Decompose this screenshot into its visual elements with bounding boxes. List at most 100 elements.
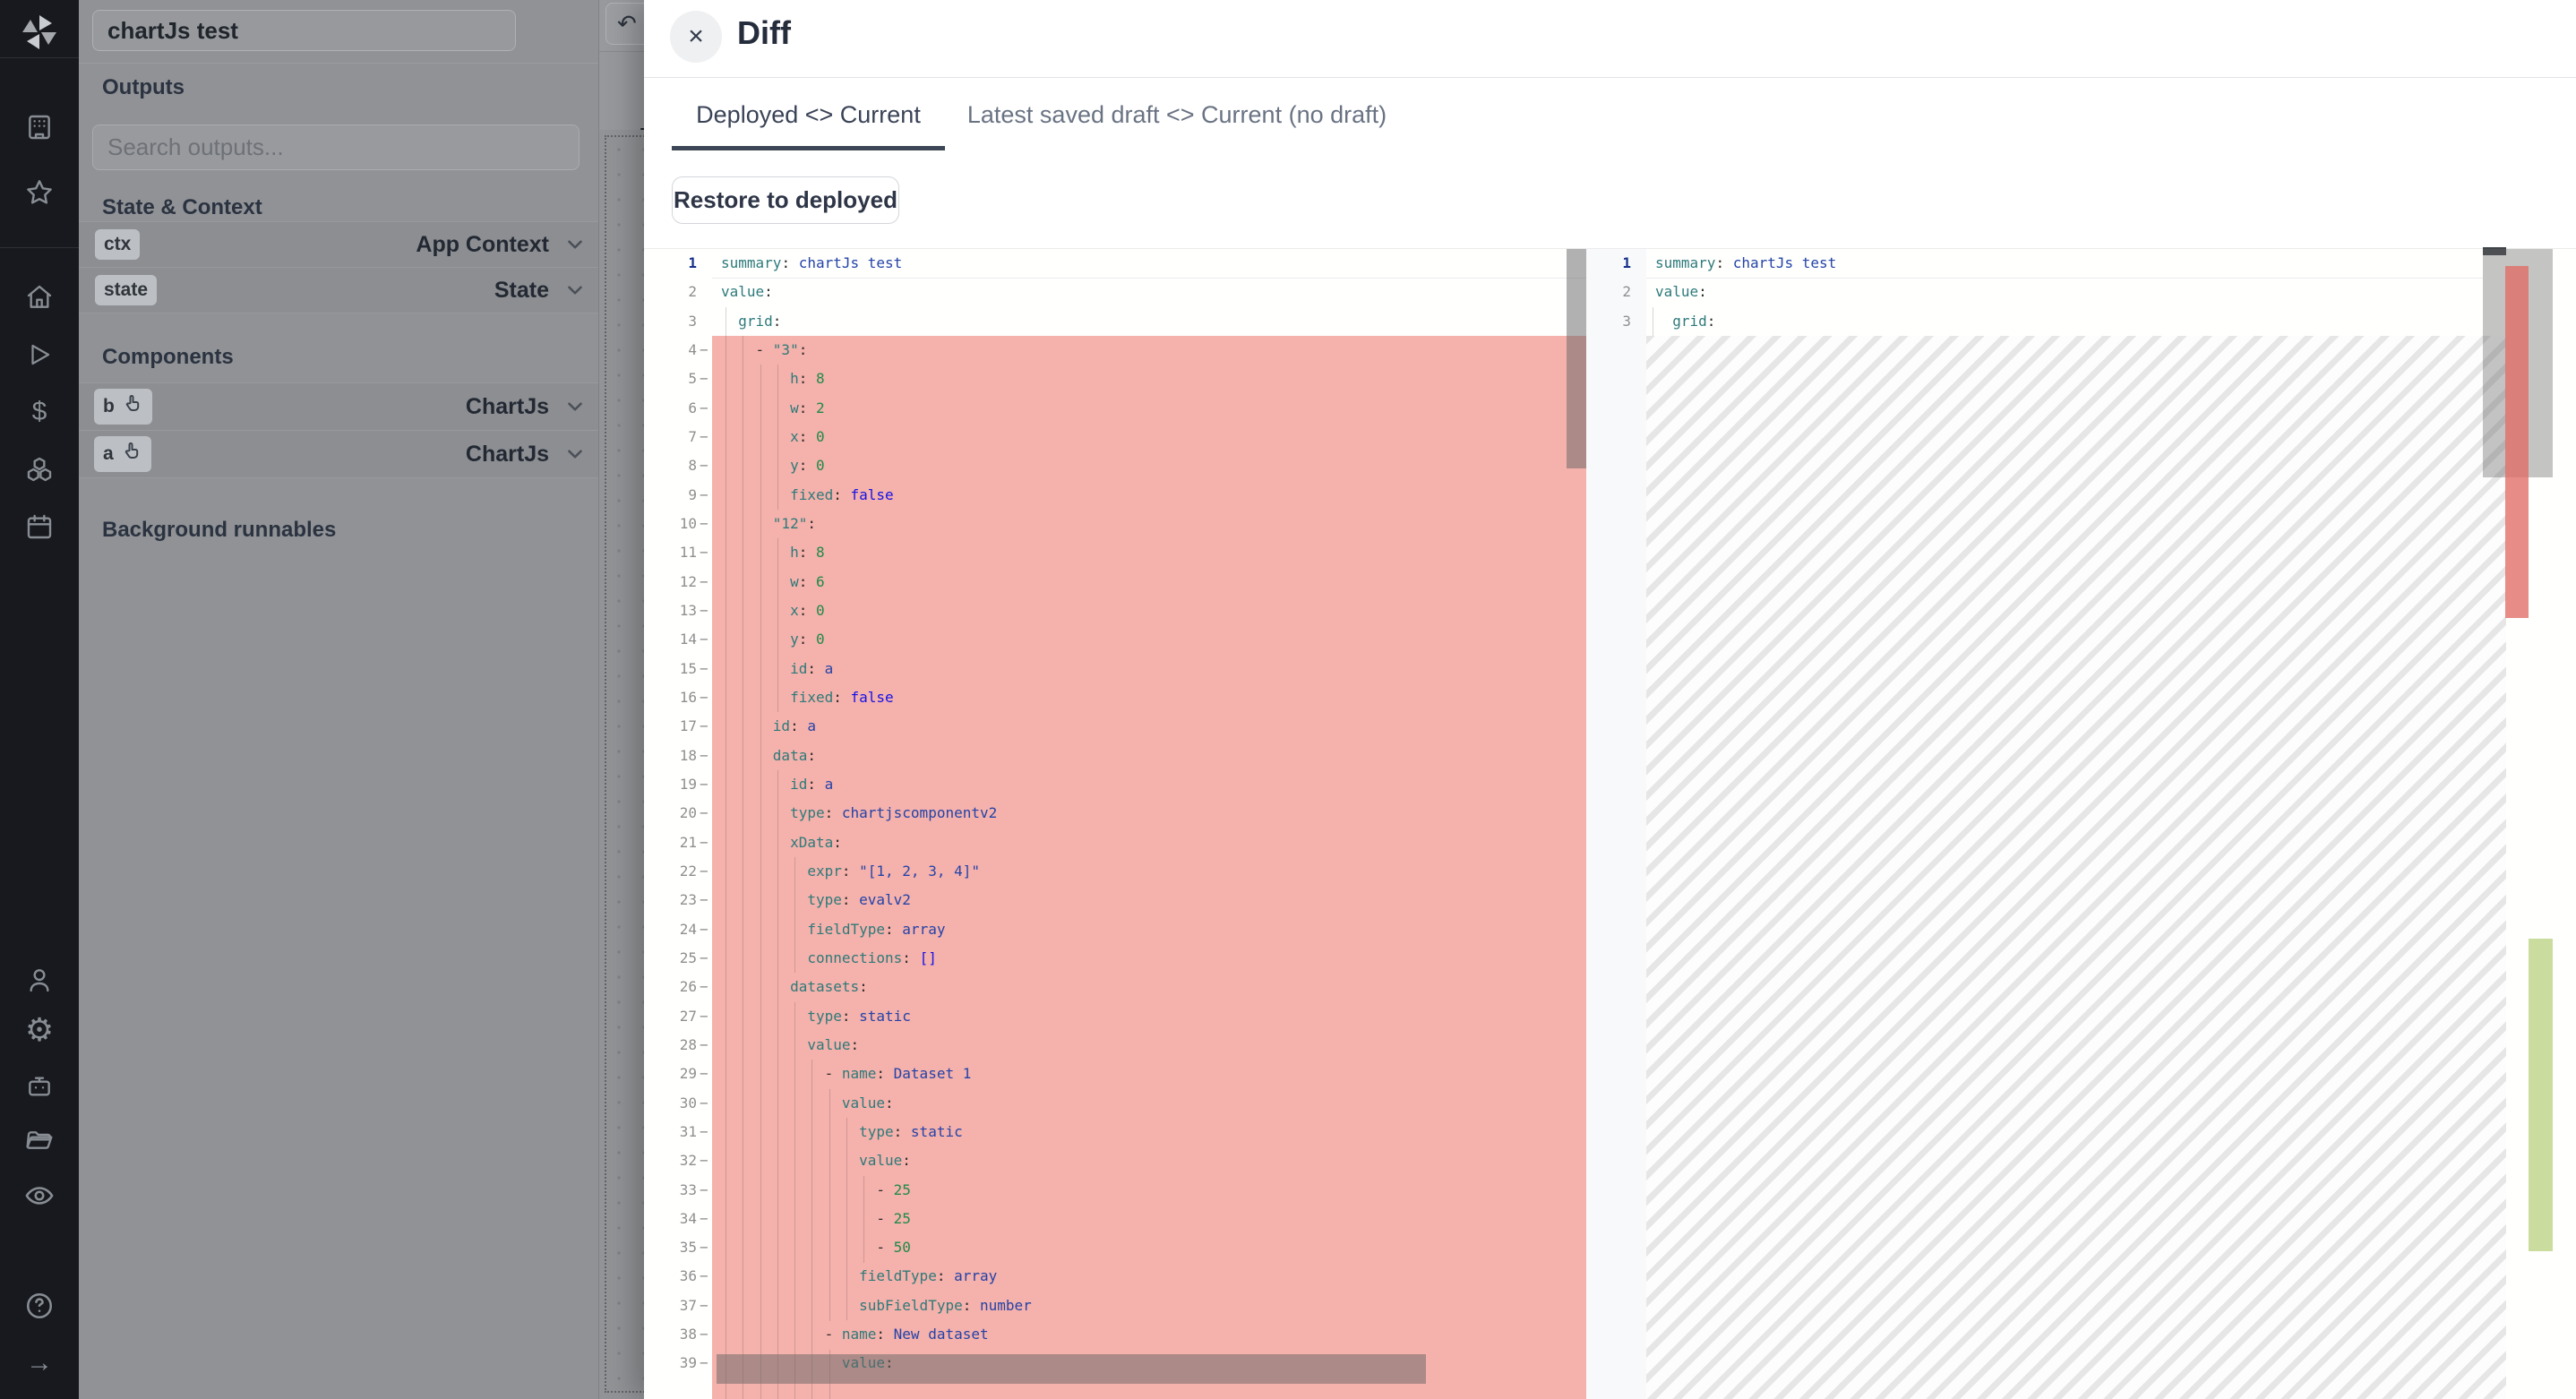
row-type-label: State [494,278,549,304]
search-outputs-input[interactable]: Search outputs... [92,124,580,170]
code-line: fieldType: array [712,1262,1586,1291]
nav-rail: $ ⚙ → [0,0,79,1399]
component-row-a[interactable]: a ChartJs [79,430,598,478]
indent-guide [811,1060,812,1399]
line-number: 37− [644,1292,712,1320]
output-row-ctx[interactable]: ctx App Context [79,221,598,268]
code-line: x: 0 [712,597,1586,625]
windmill-logo-icon[interactable] [20,13,59,52]
line-number: 14− [644,625,712,654]
boxes-icon[interactable] [0,450,79,489]
left-editor[interactable]: summary: chartJs testvalue: grid: - "3":… [712,249,1586,1399]
app-canvas [599,130,644,1399]
line-number: 25− [644,944,712,973]
user-icon[interactable] [0,960,79,1000]
line-number: 13− [644,597,712,625]
code-line: w: 6 [712,568,1586,597]
line-number: 12− [644,568,712,597]
code-line: subFieldType: number [712,1292,1586,1320]
diff-modal: × Diff Deployed <> Current Latest saved … [644,0,2576,1399]
building-icon[interactable] [0,107,79,147]
line-number: 28− [644,1031,712,1060]
app-canvas-strip: ↶ chartJs test [599,0,644,1399]
code-line: summary: chartJs test [1646,249,2576,278]
code-line: h: 8 [712,365,1586,393]
line-number: 33− [644,1176,712,1205]
code-line: type: static [712,1118,1586,1146]
line-number: 17− [644,712,712,741]
tab-draft-current[interactable]: Latest saved draft <> Current (no draft) [957,101,1396,146]
left-editor-horizontal-scrollbar[interactable] [717,1354,1426,1384]
code-line: h: 8 [712,538,1586,567]
state-badge[interactable]: state [95,275,157,305]
modal-title: Diff [737,14,791,52]
code-line: w: 2 [712,394,1586,423]
code-line: fixed: false [712,683,1586,712]
left-editor-gutter: 1234−5−6−7−8−9−10−11−12−13−14−15−16−17−1… [644,249,712,1399]
line-number: 26− [644,973,712,1001]
code-line: type: static [712,1002,1586,1031]
eye-icon[interactable] [0,1176,79,1215]
code-line: fieldType: array [712,915,1586,944]
line-number: 11− [644,538,712,567]
home-icon[interactable] [0,278,79,317]
code-line: - 25 [712,1205,1586,1233]
chevron-down-icon[interactable] [563,395,587,418]
code-line: value: [712,278,1586,306]
calendar-icon[interactable] [0,507,79,546]
chevron-down-icon[interactable] [563,233,587,256]
code-line: connections: [] [712,944,1586,973]
code-line: grid: [712,307,1586,336]
code-line: - name: Dataset 1 [712,1060,1586,1088]
help-icon[interactable] [0,1286,79,1326]
state-context-heading: State & Context [102,195,262,220]
undo-button[interactable]: ↶ [605,3,644,45]
indent-guide [760,365,761,1399]
line-number: 1 [644,249,712,278]
line-number: 18− [644,742,712,770]
line-number: 38− [644,1320,712,1349]
code-line: "12": [712,510,1586,538]
line-number: 10− [644,510,712,538]
output-row-state[interactable]: state State [79,267,598,313]
tab-deployed-current[interactable]: Deployed <> Current [672,101,945,150]
restore-to-deployed-button[interactable]: Restore to deployed [672,176,899,224]
component-row-b[interactable]: b ChartJs [79,382,598,431]
close-icon: × [688,21,704,52]
line-number: 24− [644,915,712,944]
overview-ruler-removed-mark [2505,266,2529,618]
indent-guide [863,1176,864,1263]
rail-divider [0,247,79,248]
left-editor-vertical-scrollbar[interactable] [1567,249,1588,468]
app-name-input[interactable]: chartJs test [92,10,516,51]
folder-open-icon[interactable] [0,1122,79,1162]
bot-icon[interactable] [0,1067,79,1106]
line-number: 3 [644,307,712,336]
code-line: type: evalv2 [712,886,1586,914]
component-a-badge[interactable]: a [94,436,151,472]
code-line: id: a [712,770,1586,799]
settings-gear-icon[interactable]: ⚙ [0,1010,79,1050]
line-number: 7− [644,423,712,451]
row-type-label: App Context [416,232,549,258]
star-icon[interactable] [0,173,79,212]
outputs-heading: Outputs [102,75,185,100]
current-line-border [712,278,1586,279]
indent-guide [777,770,778,1399]
close-button[interactable]: × [670,11,722,63]
indent-guide [777,538,778,712]
play-icon[interactable] [0,335,79,374]
pointer-hand-icon [121,441,142,468]
collapse-arrow-icon[interactable]: → [0,1343,79,1383]
code-line: value: [712,1146,1586,1175]
background-runnables-heading: Background runnables [102,518,336,543]
ctx-badge[interactable]: ctx [95,229,140,260]
dollar-icon[interactable]: $ [0,392,79,432]
chevron-down-icon[interactable] [563,442,587,466]
component-b-badge[interactable]: b [94,389,152,425]
chevron-down-icon[interactable] [563,279,587,302]
code-line: y: 0 [712,451,1586,480]
divider [79,63,598,64]
line-number: 1 [1586,249,1646,278]
line-number: 16− [644,683,712,712]
